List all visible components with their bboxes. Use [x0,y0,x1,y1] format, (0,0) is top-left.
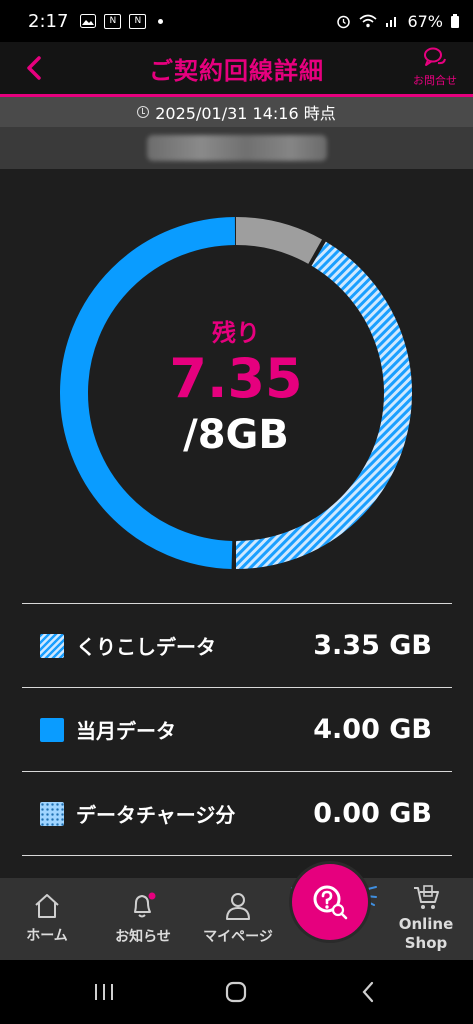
news-icon: N [129,13,147,29]
solid-swatch-icon [40,717,64,742]
bell-icon [134,892,156,918]
remaining-summary: 残り 7.35 /8GB [58,215,414,571]
dotted-swatch-icon [40,801,64,826]
recent-apps-icon [95,984,113,1000]
help-search-button[interactable] [292,864,368,940]
notification-icons: N N [80,13,164,29]
more-notifications-icon [158,18,164,24]
back-button[interactable] [18,48,50,88]
nav-online-shop-label: Online Shop [398,915,454,952]
nav-home-label: ホーム [26,928,68,944]
battery-percent: 67% [407,11,443,31]
redacted-phone-number [146,135,327,161]
inquiry-button[interactable]: お問合せ [405,46,465,92]
page-title: ご契約回線詳細 [149,56,324,85]
shopping-cart-icon [414,885,439,909]
home-system-button[interactable] [206,974,266,1010]
status-time: 2:17 [28,10,69,32]
recent-apps-button[interactable] [74,974,134,1010]
back-system-icon [362,981,374,1003]
alarm-icon [337,15,351,28]
battery-icon [451,14,459,28]
breakdown-value: 0.00 GB [313,798,432,829]
breakdown-row-charge: データチャージ分 0.00 GB [22,771,452,856]
phone-number-bar [0,127,473,169]
system-navigation-bar [0,960,473,1024]
breakdown-row-current-month: 当月データ 4.00 GB [22,687,452,771]
breakdown-row-rollover: くりこしデータ 3.35 GB [22,603,452,687]
nav-online-shop[interactable]: Online Shop [388,878,464,960]
clock-icon [137,106,150,118]
breakdown-label: データチャージ分 [76,803,236,827]
timestamp-text: 2025/01/31 14:16 時点 [155,104,336,123]
app-header: ご契約回線詳細 お問合せ [0,42,473,94]
nav-notifications-label: お知らせ [115,929,171,945]
home-system-icon [225,981,247,1003]
screen: 2:17 N N 67% ご契約回線詳細 お問合せ 2025/01/31 14:… [0,0,473,1024]
remaining-label: 残り [212,318,260,347]
signal-icon [386,17,397,27]
chevron-left-icon [27,56,41,80]
gallery-icon [80,14,97,28]
bottom-navigation: ホーム お知らせ マイページ Online Shop [0,878,473,960]
wifi-icon [359,14,377,28]
nav-home[interactable]: ホーム [10,878,84,960]
person-icon [226,893,250,920]
breakdown-value: 4.00 GB [313,714,432,745]
status-bar: 2:17 N N 67% [0,0,473,42]
home-icon [35,894,59,918]
inquiry-label: お問合せ [413,74,457,87]
nav-mypage[interactable]: マイページ [192,878,284,960]
breakdown-label: くりこしデータ [76,635,216,659]
total-capacity: /8GB [183,411,289,458]
breakdown-label: 当月データ [76,719,176,743]
chat-bubbles-icon [424,47,446,66]
system-icons: 67% [336,12,459,31]
hatched-swatch-icon [40,633,64,658]
nav-mypage-label: マイページ [203,929,273,945]
help-search-icon [313,885,348,920]
remaining-value: 7.35 [169,346,303,410]
nav-notifications[interactable]: お知らせ [104,878,182,960]
back-system-button[interactable] [338,974,398,1010]
timestamp-bar: 2025/01/31 14:16 時点 [0,97,473,127]
news-icon: N [104,13,122,29]
data-breakdown-list: くりこしデータ 3.35 GB 当月データ 4.00 GB データチャージ分 0… [22,603,452,856]
breakdown-value: 3.35 GB [313,630,432,661]
